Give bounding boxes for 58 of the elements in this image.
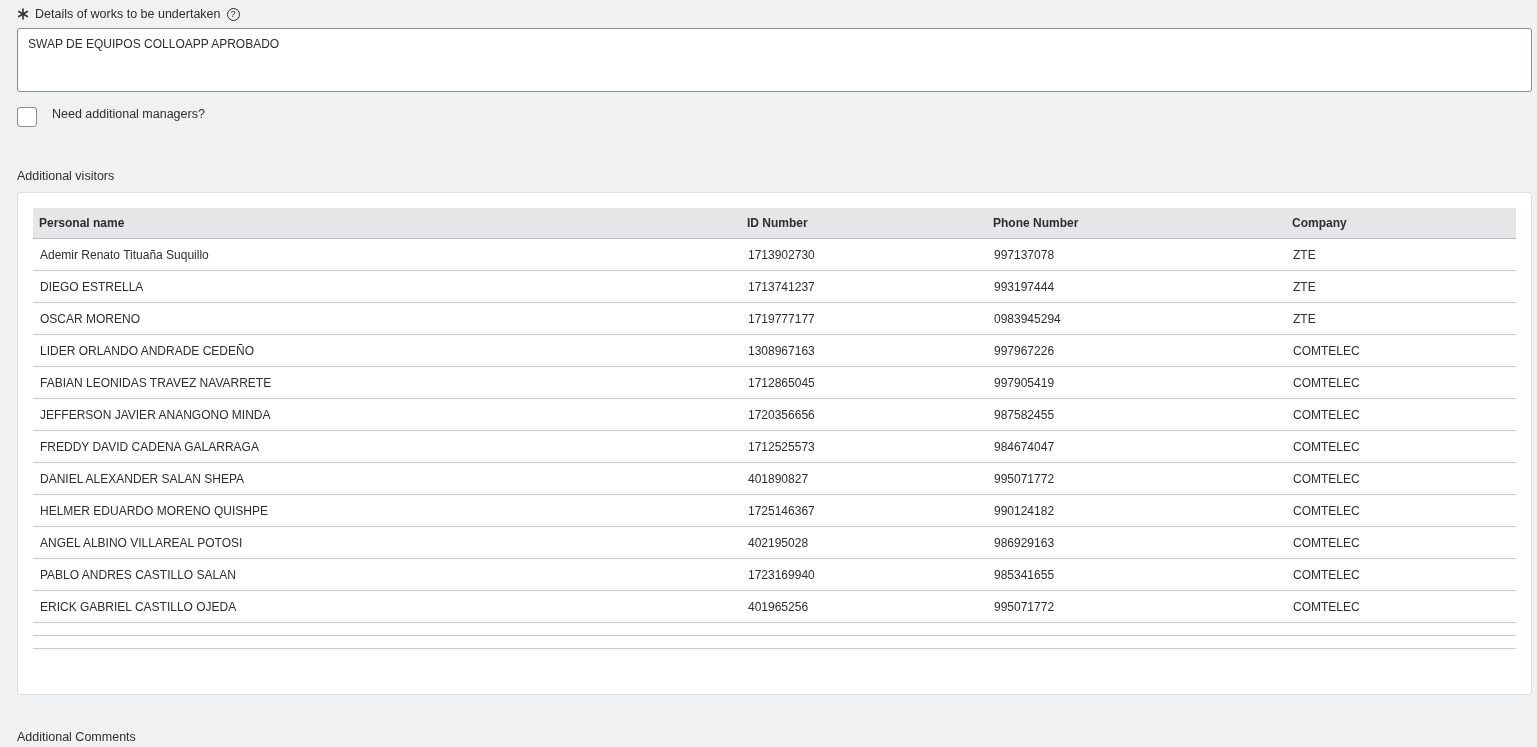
table-cell: 1723169940 <box>741 558 987 591</box>
table-cell: 987582455 <box>987 398 1286 431</box>
table-cell: ANGEL ALBINO VILLAREAL POTOSI <box>33 526 741 559</box>
table-cell: 402195028 <box>741 526 987 559</box>
checkbox-label: Need additional managers? <box>52 107 205 121</box>
table-cell: 997967226 <box>987 334 1286 367</box>
table-cell: 984674047 <box>987 430 1286 463</box>
table-cell: 1713741237 <box>741 270 987 303</box>
table-cell: 1720356656 <box>741 398 987 431</box>
table-cell: HELMER EDUARDO MORENO QUISHPE <box>33 494 741 527</box>
section-title: Additional visitors <box>17 168 116 185</box>
table-cell: 1713902730 <box>741 238 987 271</box>
table-cell: COMTELEC <box>1286 462 1516 495</box>
table-cell: COMTELEC <box>1286 526 1516 559</box>
field-label: Details of works to be undertaken <box>35 7 221 21</box>
table-cell: DIEGO ESTRELLA <box>33 270 741 303</box>
table-cell: 993197444 <box>987 270 1286 303</box>
table-cell: COMTELEC <box>1286 494 1516 527</box>
table-cell: LIDER ORLANDO ANDRADE CEDEÑO <box>33 334 741 367</box>
table-cell: 1725146367 <box>741 494 987 527</box>
table-cell: 1308967163 <box>741 334 987 367</box>
table-cell: ZTE <box>1286 238 1516 271</box>
table-cell: FABIAN LEONIDAS TRAVEZ NAVARRETE <box>33 366 741 399</box>
table-cell: 1712865045 <box>741 366 987 399</box>
column-header: Personal name <box>33 208 741 239</box>
table-cell: Ademir Renato Tituaña Suquillo <box>33 238 741 271</box>
table-cell: COMTELEC <box>1286 334 1516 367</box>
checkbox[interactable] <box>17 107 37 127</box>
table-cell: 1719777177 <box>741 302 987 335</box>
table-cell: COMTELEC <box>1286 430 1516 463</box>
table-cell: 985341655 <box>987 558 1286 591</box>
column-header: ID Number <box>741 208 987 239</box>
table-cell: ZTE <box>1286 270 1516 303</box>
table-cell: PABLO ANDRES CASTILLO SALAN <box>33 558 741 591</box>
column-header: Company <box>1286 208 1516 239</box>
details-text-area[interactable]: SWAP DE EQUIPOS COLLOAPP APROBADO <box>17 28 1532 92</box>
table-cell: DANIEL ALEXANDER SALAN SHEPA <box>33 462 741 495</box>
table-cell: 995071772 <box>987 462 1286 495</box>
table-cell: 986929163 <box>987 526 1286 559</box>
table-cell: COMTELEC <box>1286 590 1516 623</box>
table-cell: FREDDY DAVID CADENA GALARRAGA <box>33 430 741 463</box>
table-cell: 0983945294 <box>987 302 1286 335</box>
table-cell: 997905419 <box>987 366 1286 399</box>
table-cell: COMTELEC <box>1286 366 1516 399</box>
table-cell: 997137078 <box>987 238 1286 271</box>
table-cell: 990124182 <box>987 494 1286 527</box>
table-cell: 1712525573 <box>741 430 987 463</box>
table-cell: 995071772 <box>987 590 1286 623</box>
table-cell: 401890827 <box>741 462 987 495</box>
table-cell: ZTE <box>1286 302 1516 335</box>
table-cell: ERICK GABRIEL CASTILLO OJEDA <box>33 590 741 623</box>
column-header: Phone Number <box>987 208 1286 239</box>
section-title: Additional Comments <box>17 730 137 744</box>
table-cell: 401965256 <box>741 590 987 623</box>
table-cell: COMTELEC <box>1286 398 1516 431</box>
table-cell: COMTELEC <box>1286 558 1516 591</box>
table-cell: OSCAR MORENO <box>33 302 741 335</box>
table-cell: JEFFERSON JAVIER ANANGONO MINDA <box>33 398 741 431</box>
